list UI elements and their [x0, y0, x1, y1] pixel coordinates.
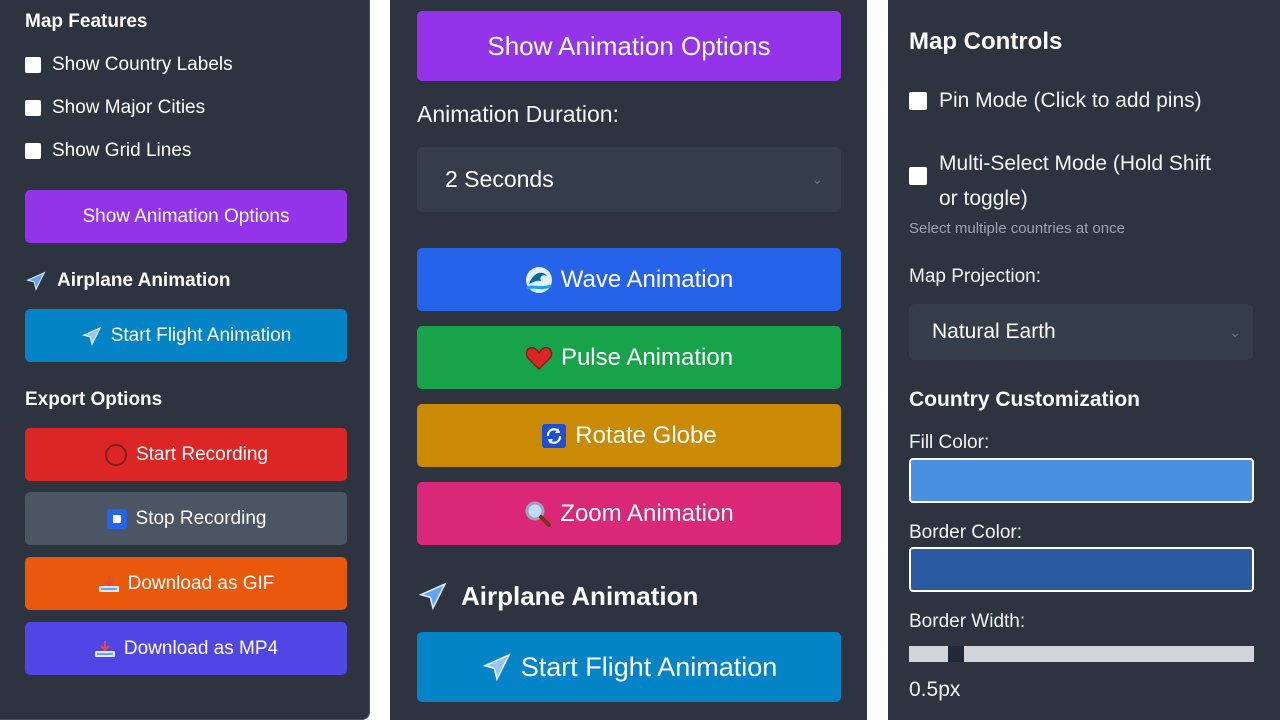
download-gif-button[interactable]: Download as GIF — [25, 557, 347, 610]
show-animation-options-button[interactable]: Show Animation Options — [25, 190, 347, 243]
map-projection-label: Map Projection: — [909, 266, 1042, 287]
label-line: or toggle) — [939, 187, 1028, 210]
button-label: Zoom Animation — [560, 499, 734, 527]
checkbox-label: Show Major Cities — [52, 97, 206, 118]
multi-select-checkbox[interactable] — [909, 167, 927, 185]
button-label: Start Recording — [135, 443, 268, 465]
slider-thumb[interactable] — [948, 646, 964, 662]
checkbox-label: Show Grid Lines — [52, 140, 192, 161]
heading-text: Airplane Animation — [461, 580, 699, 611]
record-circle-icon — [104, 443, 128, 467]
checkbox-show-country-labels[interactable]: Show Country Labels — [25, 54, 233, 76]
pin-mode-toggle[interactable]: Pin Mode (Click to add pins) — [909, 89, 1202, 113]
select-value: Natural Earth — [932, 320, 1056, 343]
airplane-icon — [25, 270, 47, 292]
chevron-down-icon: ⌄ — [1229, 323, 1241, 340]
show-animation-options-button[interactable]: Show Animation Options — [417, 11, 841, 81]
airplane-animation-heading: Airplane Animation — [25, 270, 230, 292]
airplane-icon — [81, 325, 103, 347]
border-color-label: Border Color: — [909, 522, 1022, 543]
magnifier-icon — [524, 500, 552, 528]
border-width-value: 0.5px — [909, 678, 961, 701]
download-tray-icon — [98, 574, 120, 594]
rotate-arrows-icon — [541, 423, 567, 449]
chevron-down-icon: ⌄ — [811, 171, 823, 187]
start-flight-animation-button[interactable]: Start Flight Animation — [417, 632, 841, 702]
pulse-animation-button[interactable]: Pulse Animation — [417, 326, 841, 389]
animation-panel: Show Animation Options Animation Duratio… — [390, 0, 867, 720]
checkbox-box[interactable] — [25, 57, 41, 73]
heart-icon — [525, 345, 553, 371]
button-label: Start Flight Animation — [520, 651, 778, 682]
animation-duration-select[interactable]: 2 Seconds ⌄ — [417, 147, 841, 212]
start-recording-button[interactable]: Start Recording — [25, 428, 347, 481]
map-projection-select[interactable]: Natural Earth ⌄ — [909, 304, 1253, 360]
checkbox-box[interactable] — [25, 143, 41, 159]
button-label: Stop Recording — [135, 507, 267, 529]
button-label: Show Animation Options — [487, 30, 771, 61]
border-color-picker[interactable] — [909, 547, 1254, 592]
map-controls-title: Map Controls — [909, 28, 1063, 55]
start-flight-animation-button[interactable]: Start Flight Animation — [25, 309, 347, 362]
airplane-icon — [481, 651, 513, 683]
button-label: Download as GIF — [127, 572, 275, 594]
left-control-panel: Map Features Show Country Labels Show Ma… — [0, 0, 370, 720]
zoom-animation-button[interactable]: Zoom Animation — [417, 482, 841, 545]
export-options-title: Export Options — [25, 389, 163, 410]
wave-icon — [525, 266, 553, 294]
button-label: Show Animation Options — [82, 205, 290, 227]
border-width-label: Border Width: — [909, 611, 1026, 632]
label-line: Multi-Select Mode (Hold Shift — [939, 152, 1211, 175]
button-label: Start Flight Animation — [110, 324, 292, 346]
fill-color-picker[interactable] — [909, 458, 1254, 503]
checkbox-box[interactable] — [25, 100, 41, 116]
download-tray-icon — [94, 639, 116, 659]
heading-text: Airplane Animation — [57, 270, 231, 291]
map-features-title: Map Features — [25, 11, 148, 32]
stop-recording-button[interactable]: Stop Recording — [25, 492, 347, 545]
rotate-globe-button[interactable]: Rotate Globe — [417, 404, 841, 467]
checkbox-label: Pin Mode (Click to add pins) — [939, 89, 1202, 112]
checkbox-show-major-cities[interactable]: Show Major Cities — [25, 97, 205, 119]
checkbox-box[interactable] — [909, 92, 927, 110]
wave-animation-button[interactable]: Wave Animation — [417, 248, 841, 311]
fill-color-label: Fill Color: — [909, 432, 990, 453]
stop-square-icon — [106, 508, 128, 530]
airplane-animation-heading: Airplane Animation — [417, 580, 698, 612]
border-width-slider[interactable] — [909, 646, 1254, 662]
country-customization-title: Country Customization — [909, 388, 1140, 411]
animation-duration-label: Animation Duration: — [417, 101, 619, 127]
button-label: Pulse Animation — [560, 343, 734, 371]
multi-select-label: Multi-Select Mode (Hold Shift or toggle) — [939, 146, 1211, 216]
select-value: 2 Seconds — [445, 166, 554, 192]
button-label: Wave Animation — [560, 265, 734, 293]
checkbox-box[interactable] — [909, 167, 927, 185]
multi-select-hint: Select multiple countries at once — [909, 220, 1125, 237]
airplane-icon — [417, 580, 449, 612]
map-controls-panel: Map Controls Pin Mode (Click to add pins… — [888, 0, 1280, 720]
download-mp4-button[interactable]: Download as MP4 — [25, 622, 347, 675]
checkbox-label: Show Country Labels — [52, 54, 233, 75]
checkbox-show-grid-lines[interactable]: Show Grid Lines — [25, 140, 191, 162]
button-label: Download as MP4 — [123, 637, 279, 659]
button-label: Rotate Globe — [575, 421, 717, 449]
